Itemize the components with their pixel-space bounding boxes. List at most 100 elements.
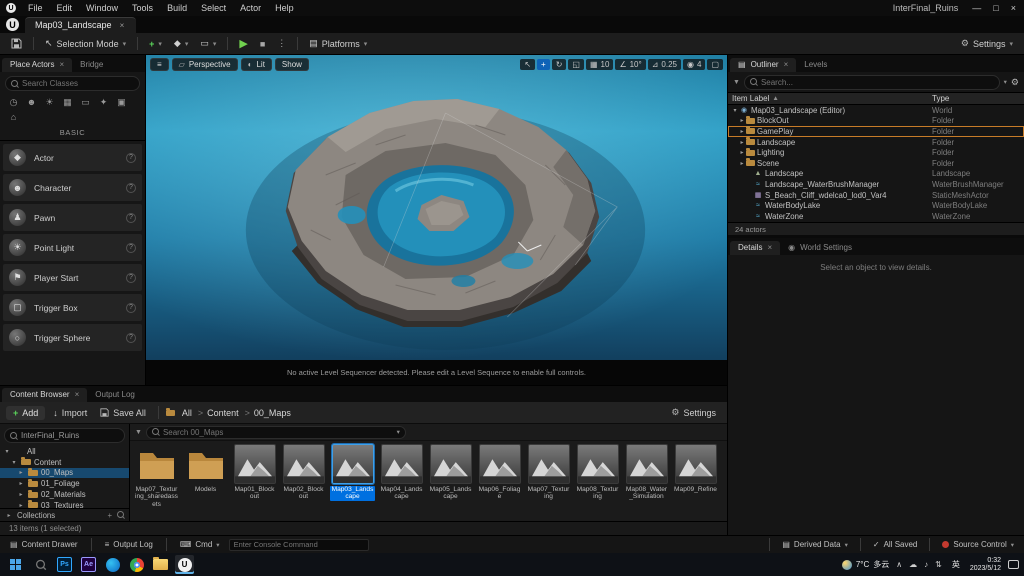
search-classes-input[interactable] <box>22 79 134 88</box>
placeable-actor-item[interactable]: ▢ Trigger Box ? <box>3 294 142 321</box>
play-button[interactable]: ▶ <box>234 37 252 51</box>
category-icon[interactable]: ⌂ <box>5 110 22 124</box>
folder-tree-item[interactable]: ▸ 01_Foliage <box>0 478 129 489</box>
category-icon[interactable]: ▦ <box>59 95 76 109</box>
taskbar-search-button[interactable] <box>30 555 50 574</box>
breadcrumb-item[interactable]: All <box>182 408 192 418</box>
viewport-options-button[interactable]: ≡ <box>150 58 169 71</box>
onedrive-icon[interactable]: ☁ <box>909 560 917 569</box>
content-browser-settings-button[interactable]: ⚙ Settings <box>666 405 721 420</box>
collections-bar[interactable]: ▸ Collections + <box>0 508 129 521</box>
breadcrumb-item[interactable]: Content <box>194 408 239 418</box>
source-control-dropdown[interactable]: Source Control ▾ <box>938 540 1018 549</box>
taskbar-unreal-icon[interactable]: U <box>175 555 194 574</box>
maximize-viewport-button[interactable]: ▢ <box>707 59 723 70</box>
folder-tree-item[interactable]: ▾ Content <box>0 457 129 468</box>
scale-tool-button[interactable]: ◱ <box>568 59 584 70</box>
help-icon[interactable]: ? <box>126 242 136 253</box>
play-options-kebab[interactable]: ⋮ <box>272 36 291 51</box>
tab-content-browser[interactable]: Content Browser × <box>2 388 88 402</box>
add-button[interactable]: + Add <box>6 405 46 420</box>
tab-close-icon[interactable]: × <box>120 21 125 30</box>
unreal-logo-icon[interactable]: U <box>6 18 19 31</box>
rotation-snap-button[interactable]: ∠ 10° <box>615 59 646 70</box>
tab-output-log[interactable]: Output Log <box>87 388 143 402</box>
outliner-settings-icon[interactable]: ⚙ <box>1011 77 1019 88</box>
tab-details[interactable]: Details × <box>730 241 781 255</box>
asset-tile[interactable]: Map08_Water_Simulation <box>624 444 669 518</box>
asset-search-input[interactable] <box>162 427 393 437</box>
outliner-row[interactable]: ▦ S_Beach_Cliff_wdelca0_lod0_Var4 Static… <box>728 190 1024 201</box>
close-button[interactable]: × <box>1011 3 1016 13</box>
menu-item[interactable]: Actor <box>233 3 268 13</box>
outliner-header[interactable]: Item Label ▲ Type <box>728 92 1024 105</box>
asset-tile[interactable]: Map07_Texturing_sharedassets <box>134 444 179 518</box>
tab-outliner[interactable]: ▤ Outliner × <box>730 58 797 72</box>
category-icon[interactable]: ◷ <box>5 95 22 109</box>
column-item-label[interactable]: Item Label <box>732 94 769 103</box>
tree-expander[interactable]: ▾ <box>3 448 11 455</box>
outliner-row[interactable]: ▲ Landscape Landscape <box>728 169 1024 180</box>
row-expander[interactable]: ▸ <box>738 149 746 156</box>
folder-tree-item[interactable]: ▸ 00_Maps <box>0 467 129 479</box>
add-collection-icon[interactable]: + <box>107 511 112 520</box>
tray-expand-icon[interactable]: ∧ <box>896 560 902 569</box>
asset-tile[interactable]: Map08_Texturing <box>575 444 620 518</box>
derived-data-dropdown[interactable]: ▤ Derived Data ▾ <box>778 540 852 549</box>
tree-filter-box[interactable] <box>4 428 125 443</box>
placeable-actor-item[interactable]: ○ Trigger Sphere ? <box>3 324 142 351</box>
category-icon[interactable]: ☻ <box>23 95 40 109</box>
column-type[interactable]: Type <box>932 94 1024 103</box>
level-viewport[interactable]: ≡ ▱ Perspective ◐ Lit Show ↖ + ↻ ◱ ▦ 10 … <box>146 55 727 385</box>
placeable-actor-item[interactable]: ◆ Actor ? <box>3 144 142 171</box>
row-expander[interactable]: ▸ <box>738 128 746 135</box>
view-mode-dropdown[interactable]: ◐ Lit <box>240 58 272 71</box>
taskbar-after-effects-icon[interactable]: Ae <box>79 555 98 574</box>
menu-item[interactable]: Build <box>160 3 194 13</box>
taskbar-clock[interactable]: 0:32 2023/5/12 <box>970 557 1001 573</box>
category-icon[interactable]: ▣ <box>113 95 130 109</box>
tab-close-icon[interactable]: × <box>784 60 789 69</box>
outliner-search-box[interactable] <box>743 74 1000 90</box>
tab-close-icon[interactable]: × <box>75 390 80 399</box>
blueprints-dropdown[interactable]: ◆ ▾ <box>169 36 193 51</box>
tab-levels[interactable]: Levels <box>796 58 835 72</box>
placeable-actor-item[interactable]: ♟ Pawn ? <box>3 204 142 231</box>
tab-close-icon[interactable]: × <box>767 243 772 252</box>
asset-tile[interactable]: Map07_Texturing <box>526 444 571 518</box>
minimize-button[interactable]: — <box>972 3 981 13</box>
menu-item[interactable]: Select <box>194 3 233 13</box>
placeable-actor-item[interactable]: ☀ Point Light ? <box>3 234 142 261</box>
menu-item[interactable]: Help <box>268 3 301 13</box>
platforms-dropdown[interactable]: ▤ Platforms ▾ <box>304 36 372 51</box>
row-expander[interactable]: ▾ <box>731 107 739 114</box>
skip-button[interactable]: ■ <box>255 37 270 51</box>
tree-expander[interactable]: ▸ <box>17 491 25 498</box>
filter-funnel-icon[interactable]: ▼ <box>733 79 740 86</box>
tree-expander[interactable]: ▸ <box>5 512 13 519</box>
menu-item[interactable]: Edit <box>50 3 80 13</box>
help-icon[interactable]: ? <box>126 272 136 283</box>
help-icon[interactable]: ? <box>126 152 136 163</box>
help-icon[interactable]: ? <box>126 302 136 313</box>
help-icon[interactable]: ? <box>126 182 136 193</box>
tab-bridge[interactable]: Bridge <box>72 58 111 72</box>
row-expander[interactable]: ▸ <box>738 160 746 167</box>
maximize-button[interactable]: □ <box>993 3 998 13</box>
placeable-actor-item[interactable]: ⚑ Player Start ? <box>3 264 142 291</box>
taskbar-edge-icon[interactable] <box>103 555 122 574</box>
scale-snap-button[interactable]: ⊿ 0.25 <box>647 59 681 70</box>
outliner-row[interactable]: ▸ Landscape Folder <box>728 137 1024 148</box>
rotate-tool-button[interactable]: ↻ <box>551 59 567 70</box>
asset-tile[interactable]: Map06_Foliage <box>477 444 522 518</box>
asset-tile[interactable]: Map01_Blockout <box>232 444 277 518</box>
weather-widget[interactable]: 7°C 多云 <box>841 559 889 570</box>
filter-funnel-icon[interactable]: ▼ <box>135 429 142 436</box>
search-icon[interactable] <box>117 510 124 519</box>
tab-place-actors[interactable]: Place Actors × <box>2 58 73 72</box>
show-dropdown[interactable]: Show <box>274 58 309 71</box>
asset-tile[interactable]: Map03_Landscape <box>330 444 375 518</box>
editor-mode-dropdown[interactable]: ↖ Selection Mode ▾ <box>40 36 131 51</box>
taskbar-chrome-icon[interactable] <box>127 555 146 574</box>
content-drawer-button[interactable]: ▤ Content Drawer <box>6 540 82 549</box>
